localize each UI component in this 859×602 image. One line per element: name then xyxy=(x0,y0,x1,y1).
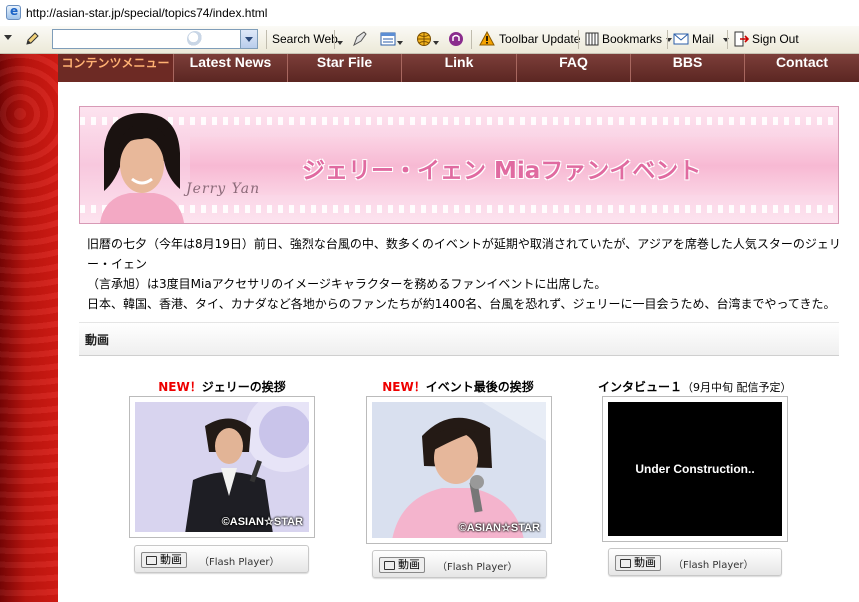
video-card: NEW！ジェリーの挨拶 ©ASIAN☆STAR 動画 （Flash Player… xyxy=(128,378,316,578)
toolbar-separator xyxy=(578,30,579,49)
mail-button[interactable]: Mail xyxy=(692,32,730,46)
play-video-button[interactable]: 動画 （Flash Player） xyxy=(608,548,782,576)
address-bar[interactable]: http://asian-star.jp/special/topics74/in… xyxy=(0,0,859,27)
toolbar-separator xyxy=(266,30,267,49)
sign-out-button[interactable]: Sign Out xyxy=(752,32,799,46)
video-caption: NEW！イベント最後の挨拶 xyxy=(364,378,552,395)
video-card: NEW！イベント最後の挨拶 ©ASIAN☆STAR 動画 （Flash Play… xyxy=(364,378,552,583)
intro-text: 旧暦の七夕（今年は8月19日）前日、強烈な台風の中、数多くのイベントが延期や取消… xyxy=(87,234,847,314)
video-thumbnail[interactable]: ©ASIAN☆STAR xyxy=(129,396,315,538)
video-thumbnail[interactable]: ©ASIAN☆STAR xyxy=(366,396,552,544)
music-icon[interactable] xyxy=(448,31,464,47)
thumbnail-photo xyxy=(135,402,309,532)
video-title: ジェリーの挨拶 xyxy=(201,380,286,394)
search-web-dropdown[interactable] xyxy=(337,35,343,49)
portrait-photo xyxy=(100,113,184,223)
video-card: インタビュー１（9月中旬 配信予定） Under Construction.. … xyxy=(598,378,792,578)
toolbar-separator xyxy=(334,30,335,49)
browser-toolbar: Search Web Toolbar Update Bookmarks Mail… xyxy=(0,26,859,54)
banner-dots xyxy=(80,205,838,213)
thumbnail-image: ©ASIAN☆STAR xyxy=(372,402,546,538)
video-icon-label: 動画 xyxy=(615,555,661,571)
nav-item-faq[interactable]: FAQ xyxy=(517,54,631,82)
banner-signature: Jerry Yan xyxy=(186,181,261,197)
nav-item-latest-news[interactable]: Latest News xyxy=(174,54,288,82)
intro-line: 日本、韓国、香港、タイ、カナダなど各地からのファンたちが約1400名、台風を恐れ… xyxy=(87,297,836,311)
layout-dropdown[interactable] xyxy=(397,35,403,49)
thumbnail-image: ©ASIAN☆STAR xyxy=(135,402,309,532)
globe-icon[interactable] xyxy=(416,31,432,47)
video-caption: インタビュー１（9月中旬 配信予定） xyxy=(598,378,792,395)
caret-down-icon xyxy=(397,40,403,45)
copyright-label: ©ASIAN☆STAR xyxy=(221,516,303,528)
layout-icon[interactable] xyxy=(380,31,396,47)
video-title: イベント最後の挨拶 xyxy=(425,380,534,394)
nav-item-contact[interactable]: Contact xyxy=(745,54,859,82)
side-decoration xyxy=(0,54,58,602)
caret-down-icon xyxy=(433,40,439,45)
section-title: 動画 xyxy=(85,333,110,347)
toolbar-update-button[interactable]: Toolbar Update xyxy=(499,32,580,46)
pencil-icon[interactable] xyxy=(24,31,40,47)
release-note: （9月中旬 配信予定） xyxy=(682,381,792,394)
intro-line: （言承旭）は3度目Miaアクセサリのイメージキャラクターを務めるファンイベントに… xyxy=(87,277,607,291)
bookmarks-label: Bookmarks xyxy=(602,32,663,46)
toolbar-separator xyxy=(667,30,668,49)
toolbar-update-label: Toolbar Update xyxy=(499,32,581,46)
toolbar-separator xyxy=(471,30,472,49)
search-icon xyxy=(187,31,203,47)
banner-dots xyxy=(80,117,838,125)
search-web-label: Search Web xyxy=(272,32,338,46)
nav-item-link[interactable]: Link xyxy=(402,54,517,82)
chevron-down-icon[interactable] xyxy=(4,35,12,40)
flash-player-note: （Flash Player） xyxy=(673,560,754,571)
sign-out-label: Sign Out xyxy=(752,32,799,46)
toolbar-separator xyxy=(727,30,728,49)
intro-line: 旧暦の七夕（今年は8月19日）前日、強烈な台風の中、数多くのイベントが延期や取消… xyxy=(87,237,841,271)
bookmarks-button[interactable]: Bookmarks xyxy=(602,32,673,46)
search-dropdown[interactable] xyxy=(240,30,257,48)
video-icon-label: 動画 xyxy=(141,552,187,568)
thumbnail-photo xyxy=(372,402,546,538)
play-video-button[interactable]: 動画 （Flash Player） xyxy=(134,545,309,573)
sign-out-icon xyxy=(734,31,749,47)
page-icon xyxy=(6,4,21,20)
search-web-button[interactable]: Search Web xyxy=(272,32,338,46)
video-section-header: 動画 xyxy=(79,322,839,356)
mail-label: Mail xyxy=(692,32,715,46)
banner-title: ジェリー・イェン Miaファンイベント xyxy=(302,158,702,184)
search-input[interactable] xyxy=(52,29,258,49)
globe-dropdown[interactable] xyxy=(433,35,439,49)
flash-player-note: （Flash Player） xyxy=(199,557,280,568)
new-badge: NEW！ xyxy=(158,380,202,394)
bookmarks-icon xyxy=(585,32,599,46)
new-badge: NEW！ xyxy=(382,380,426,394)
video-caption: NEW！ジェリーの挨拶 xyxy=(128,378,316,395)
highlight-icon[interactable] xyxy=(352,31,368,47)
page-content: コンテンツメニュー Latest News Star File Link FAQ… xyxy=(58,54,859,602)
warning-icon xyxy=(479,31,495,46)
video-icon-label: 動画 xyxy=(379,557,425,573)
mail-icon xyxy=(673,33,689,45)
nav-item-contents-menu[interactable]: コンテンツメニュー xyxy=(58,54,174,82)
copyright-label: ©ASIAN☆STAR xyxy=(458,522,540,534)
address-url[interactable]: http://asian-star.jp/special/topics74/in… xyxy=(26,6,267,20)
video-title: インタビュー１ xyxy=(598,380,683,394)
play-video-button[interactable]: 動画 （Flash Player） xyxy=(372,550,547,578)
caret-down-icon xyxy=(337,40,343,45)
video-thumbnail[interactable]: Under Construction.. xyxy=(602,396,788,542)
event-banner: Jerry Yan ジェリー・イェン Miaファンイベント xyxy=(79,106,839,224)
nav-item-star-file[interactable]: Star File xyxy=(288,54,402,82)
flash-player-note: （Flash Player） xyxy=(437,562,518,573)
nav-item-bbs[interactable]: BBS xyxy=(631,54,745,82)
main-nav: コンテンツメニュー Latest News Star File Link FAQ… xyxy=(58,54,859,82)
under-construction-screen: Under Construction.. xyxy=(608,402,782,536)
